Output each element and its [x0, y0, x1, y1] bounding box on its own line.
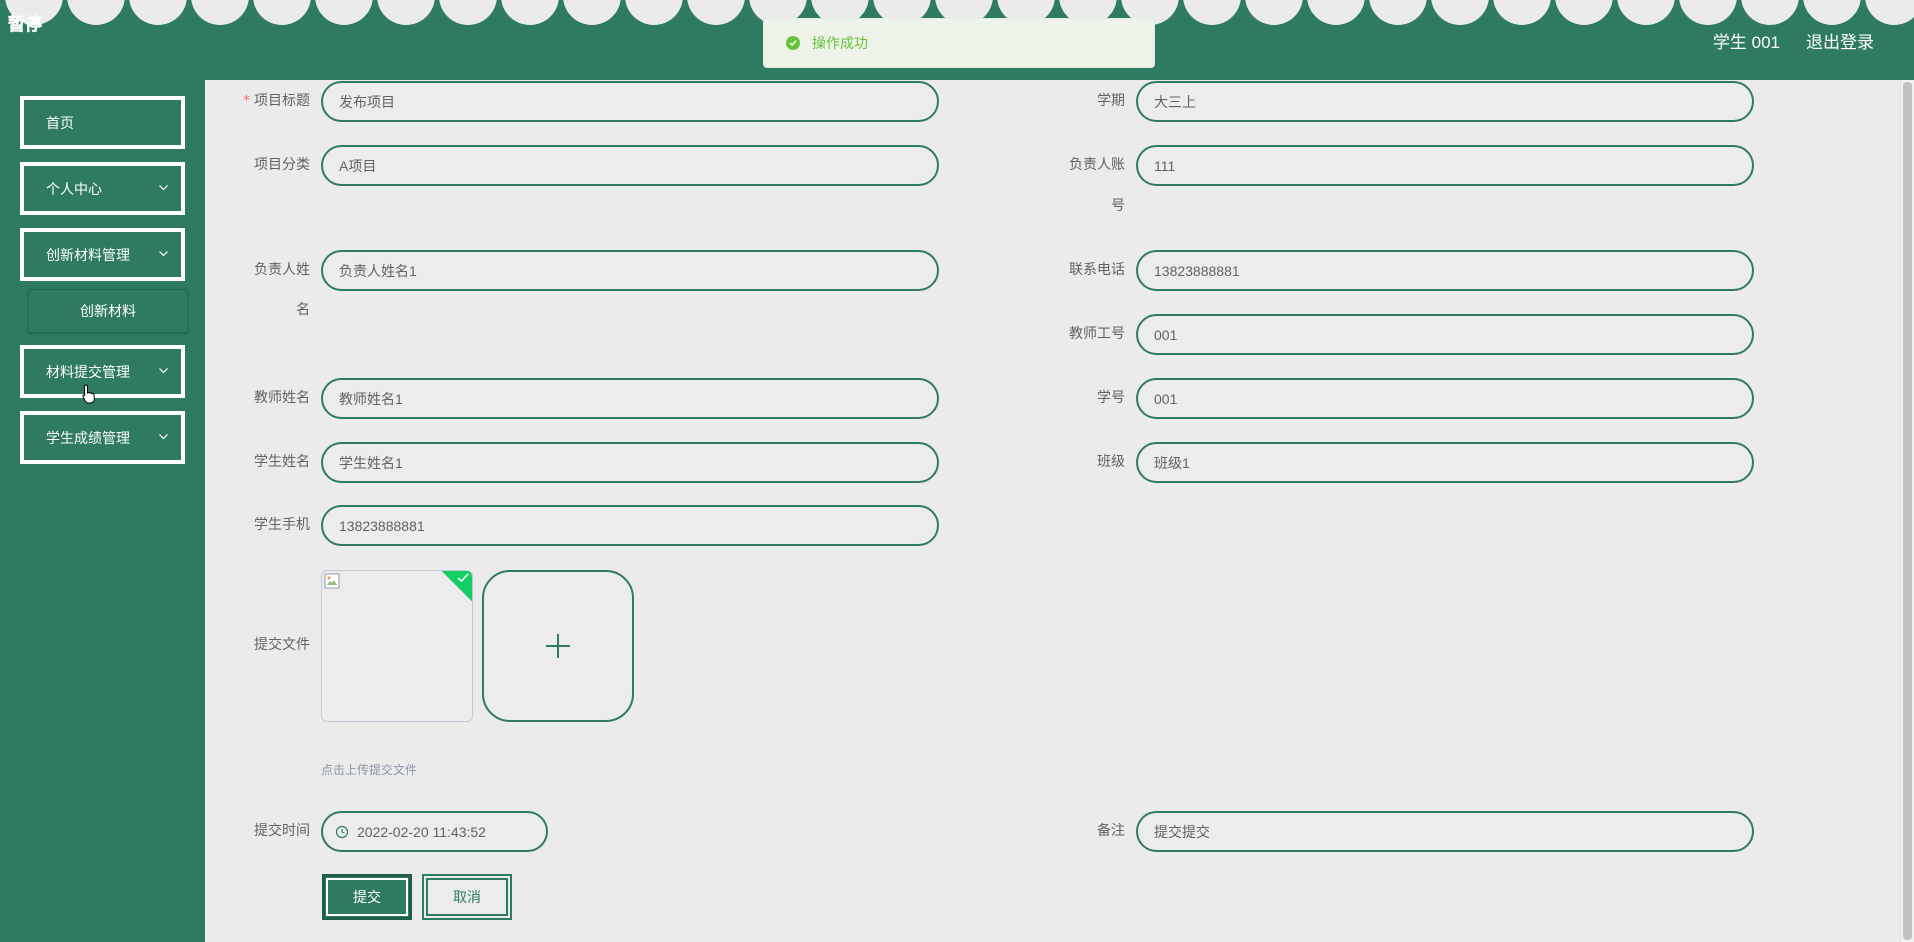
sidebar-item-grade-management[interactable]: 学生成绩管理 [20, 411, 185, 464]
cancel-button[interactable]: 取消 [422, 874, 512, 920]
label-remark: 备注 [1097, 823, 1125, 839]
sidebar-item-material-management[interactable]: 创新材料管理 [20, 228, 185, 281]
sidebar-subitem-innovation-material[interactable]: 创新材料 [28, 289, 188, 333]
label-project-title: * 项目标题 [243, 93, 310, 109]
chevron-down-icon [159, 368, 168, 374]
logout-link[interactable]: 退出登录 [1806, 28, 1874, 53]
label-contact-phone: 联系电话 [1069, 262, 1125, 278]
plus-icon [546, 634, 570, 658]
label-teacher-id: 教师工号 [1069, 326, 1125, 342]
submit-time-value: 2022-02-20 11:43:52 [357, 823, 486, 840]
sidebar-item-submission-management[interactable]: 材料提交管理 [20, 345, 185, 398]
clock-icon [335, 825, 349, 838]
label-student-id: 学号 [1097, 390, 1125, 406]
input-student-phone[interactable]: 13823888881 [321, 505, 939, 546]
sidebar-item-label: 创新材料 [80, 304, 136, 320]
chevron-down-icon [159, 251, 168, 257]
input-submit-time[interactable]: 2022-02-20 11:43:52 [321, 811, 548, 852]
input-teacher-name[interactable]: 教师姓名1 [321, 378, 939, 419]
sidebar-item-label: 个人中心 [46, 181, 102, 198]
input-student-name[interactable]: 学生姓名1 [321, 442, 939, 483]
label-student-name: 学生姓名 [254, 454, 310, 470]
sidebar-item-home[interactable]: 首页 [20, 96, 185, 149]
submit-button[interactable]: 提交 [322, 874, 412, 920]
input-student-id[interactable]: 001 [1136, 378, 1754, 419]
input-contact-phone[interactable]: 13823888881 [1136, 250, 1754, 291]
uploaded-file-thumbnail[interactable] [321, 570, 473, 722]
label-submit-file: 提交文件 [254, 637, 310, 653]
chevron-down-icon [159, 434, 168, 440]
user-area: 学生 001 退出登录 [1713, 28, 1874, 53]
broken-image-icon [324, 573, 340, 589]
username-label: 学生 001 [1712, 33, 1780, 52]
sidebar-item-label: 创新材料管理 [46, 247, 130, 264]
sidebar-item-label: 首页 [46, 115, 74, 132]
label-semester: 学期 [1097, 93, 1125, 109]
success-toast: 操作成功 [763, 18, 1155, 68]
sidebar-item-label: 学生成绩管理 [46, 430, 130, 447]
input-owner-account[interactable]: 111 [1136, 145, 1754, 186]
label-owner-account: 负责人账 [1069, 157, 1125, 173]
label-owner-account-cont: 号 [1111, 198, 1125, 214]
sidebar-item-personal-center[interactable]: 个人中心 [20, 162, 185, 215]
input-project-title[interactable]: 发布项目 [321, 81, 939, 122]
check-circle-icon [786, 36, 800, 50]
input-teacher-id[interactable]: 001 [1136, 314, 1754, 355]
toast-message: 操作成功 [812, 36, 868, 52]
label-submit-time: 提交时间 [254, 823, 310, 839]
label-teacher-name: 教师姓名 [254, 390, 310, 406]
check-icon [457, 573, 469, 583]
chevron-down-icon [159, 185, 168, 191]
input-semester[interactable]: 大三上 [1136, 81, 1754, 122]
scrollbar-thumb[interactable] [1903, 82, 1912, 940]
page-scrollbar[interactable] [1900, 80, 1914, 942]
hand-cursor-icon [82, 384, 95, 404]
upload-add-button[interactable] [482, 570, 634, 722]
input-project-category[interactable]: A项目 [321, 145, 939, 186]
input-class[interactable]: 班级1 [1136, 442, 1754, 483]
label-owner-name: 负责人姓 [254, 262, 310, 278]
logo-text: 暂停 [8, 15, 43, 36]
input-owner-name[interactable]: 负责人姓名1 [321, 250, 939, 291]
label-owner-name-cont: 名 [296, 302, 310, 318]
upload-tip: 点击上传提交文件 [321, 763, 418, 777]
input-remark[interactable]: 提交提交 [1136, 811, 1754, 852]
sidebar-item-label: 材料提交管理 [46, 364, 130, 381]
label-student-phone: 学生手机 [254, 517, 310, 533]
label-class: 班级 [1097, 454, 1125, 470]
label-project-category: 项目分类 [254, 157, 310, 173]
